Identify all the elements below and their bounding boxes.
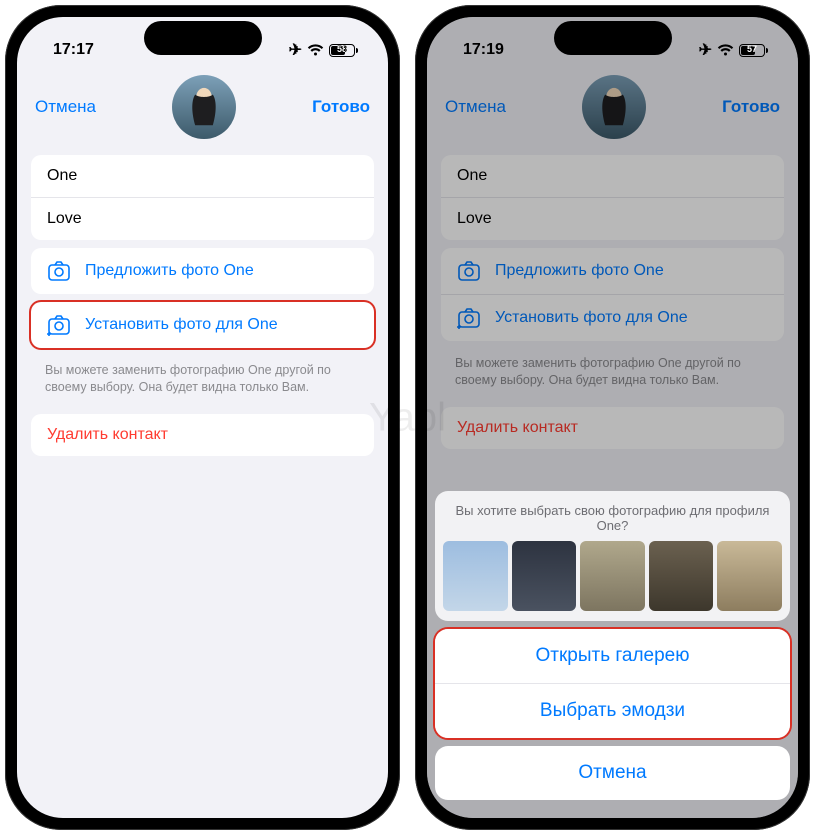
status-icons: ✈︎ 57: [699, 40, 768, 60]
action-sheet: Вы хотите выбрать свою фотографию для пр…: [435, 491, 790, 808]
battery-icon: 57: [739, 44, 768, 57]
suggest-photo-label: Предложить фото One: [85, 262, 254, 280]
first-name-field[interactable]: One: [31, 155, 374, 197]
camera-plus-icon: [457, 307, 481, 329]
name-section: One Love: [31, 155, 374, 240]
photo-hint: Вы можете заменить фотографию One другой…: [427, 349, 798, 389]
set-photo-button[interactable]: Установить фото для One: [31, 302, 374, 348]
sheet-header-group: Вы хотите выбрать свою фотографию для пр…: [435, 491, 790, 621]
set-photo-label: Установить фото для One: [495, 309, 688, 327]
photo-hint: Вы можете заменить фотографию One другой…: [17, 356, 388, 396]
delete-section: Удалить контакт: [31, 414, 374, 456]
screen-left: 17:17 ✈︎ 58 Отмена Готово One Love: [17, 17, 388, 818]
camera-icon: [457, 260, 481, 282]
wifi-icon: [717, 44, 734, 57]
thumbnail[interactable]: [580, 541, 645, 611]
camera-icon: [47, 260, 71, 282]
name-section: One Love: [441, 155, 784, 240]
suggest-photo-button[interactable]: Предложить фото One: [441, 248, 784, 294]
done-button[interactable]: Готово: [312, 97, 370, 117]
screen-right: 17:19 ✈︎ 57 Отмена Готово One Love: [427, 17, 798, 818]
first-name-field[interactable]: One: [441, 155, 784, 197]
pick-emoji-button[interactable]: Выбрать эмодзи: [435, 683, 790, 738]
sheet-options-group: Открыть галерею Выбрать эмодзи: [435, 629, 790, 738]
thumbnail[interactable]: [649, 541, 714, 611]
sheet-title: Вы хотите выбрать свою фотографию для пр…: [435, 491, 790, 541]
airplane-icon: ✈︎: [289, 40, 302, 60]
delete-contact-button[interactable]: Удалить контакт: [441, 407, 784, 449]
photo-section: Предложить фото One Установить фото для …: [441, 248, 784, 341]
open-gallery-button[interactable]: Открыть галерею: [435, 629, 790, 683]
dynamic-island: [144, 21, 262, 55]
thumbnail[interactable]: [717, 541, 782, 611]
nav-bar: Отмена Готово: [427, 69, 798, 147]
status-icons: ✈︎ 58: [289, 40, 358, 60]
set-photo-section: Установить фото для One: [31, 302, 374, 348]
thumbnail[interactable]: [443, 541, 508, 611]
done-button[interactable]: Готово: [722, 97, 780, 117]
suggest-photo-label: Предложить фото One: [495, 262, 664, 280]
phone-right: 17:19 ✈︎ 57 Отмена Готово One Love: [415, 5, 810, 830]
set-photo-label: Установить фото для One: [85, 316, 278, 334]
thumbnail[interactable]: [512, 541, 577, 611]
status-time: 17:17: [53, 41, 94, 59]
status-time: 17:19: [463, 41, 504, 59]
nav-bar: Отмена Готово: [17, 69, 388, 147]
delete-contact-button[interactable]: Удалить контакт: [31, 414, 374, 456]
camera-plus-icon: [47, 314, 71, 336]
airplane-icon: ✈︎: [699, 40, 712, 60]
wifi-icon: [307, 44, 324, 57]
phone-left: 17:17 ✈︎ 58 Отмена Готово One Love: [5, 5, 400, 830]
cancel-button[interactable]: Отмена: [445, 97, 506, 117]
avatar[interactable]: [582, 75, 646, 139]
delete-section: Удалить контакт: [441, 407, 784, 449]
cancel-button[interactable]: Отмена: [35, 97, 96, 117]
suggest-photo-button[interactable]: Предложить фото One: [31, 248, 374, 294]
avatar[interactable]: [172, 75, 236, 139]
last-name-field[interactable]: Love: [441, 197, 784, 240]
dynamic-island: [554, 21, 672, 55]
last-name-field[interactable]: Love: [31, 197, 374, 240]
photo-thumbnails: [435, 541, 790, 621]
sheet-cancel-button[interactable]: Отмена: [435, 746, 790, 800]
battery-icon: 58: [329, 44, 358, 57]
photo-section: Предложить фото One: [31, 248, 374, 294]
set-photo-button[interactable]: Установить фото для One: [441, 294, 784, 341]
sheet-cancel-group: Отмена: [435, 746, 790, 800]
